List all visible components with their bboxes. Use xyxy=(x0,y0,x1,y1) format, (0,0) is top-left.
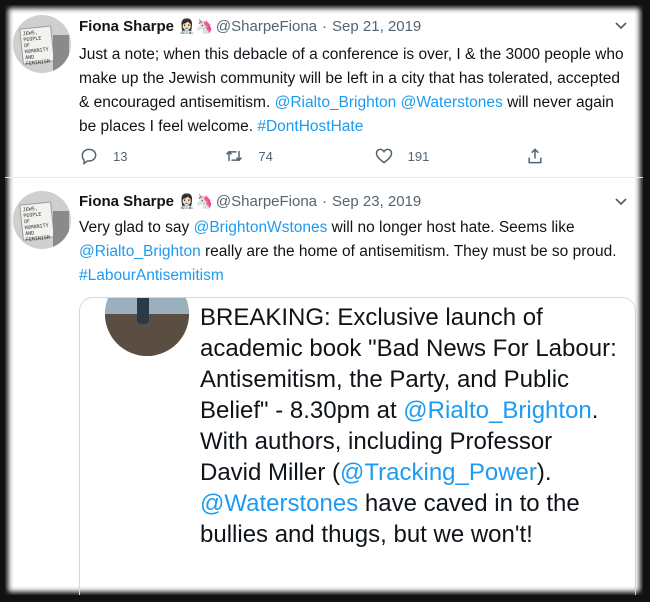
tweet-text: Just a note; when this debacle of a conf… xyxy=(79,43,629,139)
author-handle[interactable]: @SharpeFiona xyxy=(216,18,317,35)
reply-count: 13 xyxy=(113,148,128,164)
tweet-text: Very glad to say @BrightonWstones will n… xyxy=(79,216,629,288)
author-name[interactable]: Fiona Sharpe xyxy=(79,193,174,210)
card-text: BREAKING: Exclusive launch of academic b… xyxy=(200,302,620,550)
mention-link: @Waterstones xyxy=(200,490,359,517)
timeline: JEWS, PEOPLE OF HUMANITY AND FEMINISM Fi… xyxy=(5,5,643,595)
reply-icon xyxy=(81,148,97,165)
card-avatar-person xyxy=(137,298,149,324)
separator-dot: · xyxy=(322,192,328,210)
mention-link: @Tracking_Power xyxy=(340,459,537,486)
retweet-count: 74 xyxy=(258,148,273,164)
mention-link: @Rialto_Brighton xyxy=(403,397,592,424)
reply-button[interactable]: 13 xyxy=(79,146,224,166)
tweet-actions: 13 74 191 xyxy=(79,143,559,169)
avatar[interactable]: JEWS, PEOPLE OF HUMANITY AND FEMINISM xyxy=(13,15,71,73)
author-handle[interactable]: @SharpeFiona xyxy=(216,193,317,210)
more-options-icon[interactable] xyxy=(611,193,631,213)
tweet[interactable]: JEWS, PEOPLE OF HUMANITY AND FEMINISM Fi… xyxy=(5,178,643,595)
more-options-icon[interactable] xyxy=(611,17,631,37)
quoted-image-card[interactable]: BREAKING: Exclusive launch of academic b… xyxy=(79,297,636,595)
like-count: 191 xyxy=(407,148,430,164)
mention-link[interactable]: @BrightonWstones xyxy=(194,219,328,236)
mention-link[interactable]: @Rialto_Brighton xyxy=(275,94,397,111)
text-segment: will no longer host hate. Seems like xyxy=(327,219,575,236)
mention-link[interactable]: @Rialto_Brighton xyxy=(79,243,201,260)
hashtag-link[interactable]: #LabourAntisemitism xyxy=(79,267,224,284)
tweet[interactable]: JEWS, PEOPLE OF HUMANITY AND FEMINISM Fi… xyxy=(5,5,643,178)
tweet-date[interactable]: Sep 23, 2019 xyxy=(332,193,421,210)
author-name[interactable]: Fiona Sharpe xyxy=(79,18,174,35)
avatar-sign: JEWS, PEOPLE OF HUMANITY AND FEMINISM xyxy=(19,201,55,243)
tweet-date[interactable]: Sep 21, 2019 xyxy=(332,18,421,35)
text-segment: ). xyxy=(536,459,552,486)
author-emojis: 👩🏻‍⚕️🦄 xyxy=(178,17,213,34)
text-segment: Very glad to say xyxy=(79,219,194,236)
hashtag-link[interactable]: #DontHostHate xyxy=(257,118,363,135)
avatar-figure xyxy=(53,35,69,73)
tweet-header: Fiona Sharpe 👩🏻‍⚕️🦄 @SharpeFiona · Sep 2… xyxy=(79,15,421,37)
like-icon xyxy=(375,148,392,164)
separator-dot: · xyxy=(322,17,328,35)
avatar-sign: JEWS, PEOPLE OF HUMANITY AND FEMINISM xyxy=(19,25,55,67)
share-button[interactable] xyxy=(525,146,559,166)
card-avatar xyxy=(105,298,189,356)
author-emojis: 👩🏻‍⚕️🦄 xyxy=(178,192,213,209)
avatar-figure xyxy=(53,211,69,249)
retweet-button[interactable]: 74 xyxy=(224,146,373,166)
text-segment: really are the home of antisemitism. The… xyxy=(200,243,617,260)
retweet-icon xyxy=(226,150,243,162)
like-button[interactable]: 191 xyxy=(374,146,525,166)
tweet-header: Fiona Sharpe 👩🏻‍⚕️🦄 @SharpeFiona · Sep 2… xyxy=(79,190,421,212)
mention-link[interactable]: @Waterstones xyxy=(401,94,503,111)
avatar[interactable]: JEWS, PEOPLE OF HUMANITY AND FEMINISM xyxy=(13,191,71,249)
share-icon xyxy=(528,148,542,164)
